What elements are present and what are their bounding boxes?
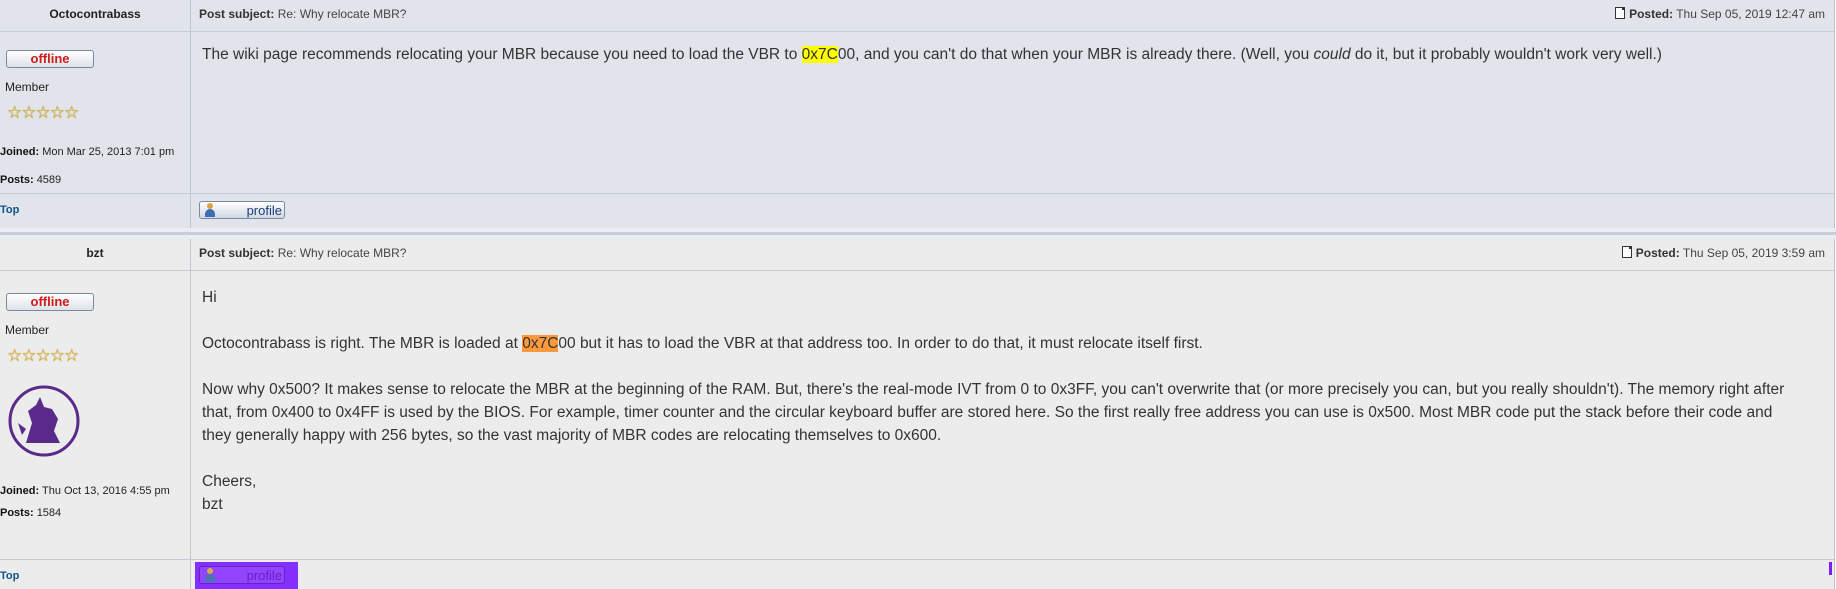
posts-value: 4589 xyxy=(36,174,62,186)
posted-value: Thu Sep 05, 2019 12:47 am xyxy=(1676,7,1825,21)
post-separator xyxy=(0,228,1836,239)
subject-value: Re: Why relocate MBR? xyxy=(277,246,407,260)
body-text: The wiki page recommends relocating your… xyxy=(202,46,802,63)
subject-label: Post subject: xyxy=(199,246,275,260)
joined-info: Joined: Mon Mar 25, 2013 7:01 pm xyxy=(0,145,185,159)
subject-label: Post subject: xyxy=(199,7,275,21)
post-icon[interactable] xyxy=(1621,246,1632,258)
profile-button-label: profile xyxy=(246,568,282,583)
post-date: Posted: Thu Sep 05, 2019 12:47 am xyxy=(1615,0,1825,31)
wolf-avatar-icon xyxy=(8,385,80,457)
body-text: Octocontrabass is right. The MBR is load… xyxy=(202,335,523,352)
body-text: 00 but it has to load the VBR at that ad… xyxy=(558,335,1203,352)
post-body: The wiki page recommends relocating your… xyxy=(202,43,1804,66)
body-text: bzt xyxy=(202,496,223,513)
joined-label: Joined: xyxy=(0,146,40,158)
selection-highlight: profile xyxy=(195,562,298,589)
posted-value: Thu Sep 05, 2019 3:59 am xyxy=(1682,246,1825,260)
joined-value: Thu Oct 13, 2016 4:55 pm xyxy=(41,485,170,497)
post-count: Posts: 4589 xyxy=(0,174,61,186)
rank-stars-icon: ☆☆☆☆☆ xyxy=(7,103,79,122)
joined-info: Joined: Thu Oct 13, 2016 4:55 pm xyxy=(0,484,185,498)
top-link[interactable]: Top xyxy=(0,204,19,216)
posts-value: 1584 xyxy=(36,507,62,519)
search-highlight: 0x7C xyxy=(801,46,838,63)
post-footer xyxy=(0,193,1834,194)
posted-label: Posted: xyxy=(1635,246,1680,260)
rank-stars-icon: ☆☆☆☆☆ xyxy=(7,346,79,365)
body-text: Cheers, xyxy=(202,473,257,490)
body-text: do it, but it probably wouldn't work ver… xyxy=(1350,46,1662,63)
joined-label: Joined: xyxy=(0,485,40,497)
post-author[interactable]: bzt xyxy=(0,239,190,270)
separator-line xyxy=(0,232,1836,235)
body-paragraph: Cheers, bzt xyxy=(202,470,1804,516)
top-link[interactable]: Top xyxy=(0,570,19,582)
post-date: Posted: Thu Sep 05, 2019 3:59 am xyxy=(1621,239,1825,270)
user-icon xyxy=(204,568,216,583)
user-rank: Member xyxy=(5,323,50,337)
joined-value: Mon Mar 25, 2013 7:01 pm xyxy=(42,146,175,158)
search-highlight: 0x7C xyxy=(522,335,559,352)
subject-value: Re: Why relocate MBR? xyxy=(277,7,407,21)
profile-button[interactable]: profile xyxy=(199,201,285,219)
post-author[interactable]: Octocontrabass xyxy=(0,0,190,31)
body-paragraph: Now why 0x500? It makes sense to relocat… xyxy=(202,381,1785,444)
posts-label: Posts: xyxy=(0,507,34,519)
post-icon[interactable] xyxy=(1615,7,1626,19)
offline-status-badge: offline xyxy=(6,293,94,311)
body-paragraph: Hi xyxy=(202,289,217,306)
post-body: Hi Octocontrabass is right. The MBR is l… xyxy=(202,286,1804,539)
body-paragraph: Octocontrabass is right. The MBR is load… xyxy=(202,332,1804,355)
post-1: Octocontrabass Post subject: Re: Why rel… xyxy=(0,0,1835,228)
posts-label: Posts: xyxy=(0,174,34,186)
scroll-marker xyxy=(1829,562,1832,575)
post-subject: Post subject: Re: Why relocate MBR? xyxy=(199,0,406,31)
user-icon xyxy=(204,203,216,218)
user-rank: Member xyxy=(5,80,50,94)
post-2: bzt Post subject: Re: Why relocate MBR? … xyxy=(0,239,1835,589)
profile-button[interactable]: profile xyxy=(199,566,285,584)
body-text: 00, and you can't do that when your MBR … xyxy=(837,46,1314,63)
profile-button-label: profile xyxy=(246,203,282,218)
offline-status-badge: offline xyxy=(6,50,94,68)
post-subject: Post subject: Re: Why relocate MBR? xyxy=(199,239,406,270)
post-footer xyxy=(0,559,1834,560)
post-count: Posts: 1584 xyxy=(0,507,61,519)
posted-label: Posted: xyxy=(1629,7,1674,21)
body-emphasis: could xyxy=(1313,46,1351,63)
